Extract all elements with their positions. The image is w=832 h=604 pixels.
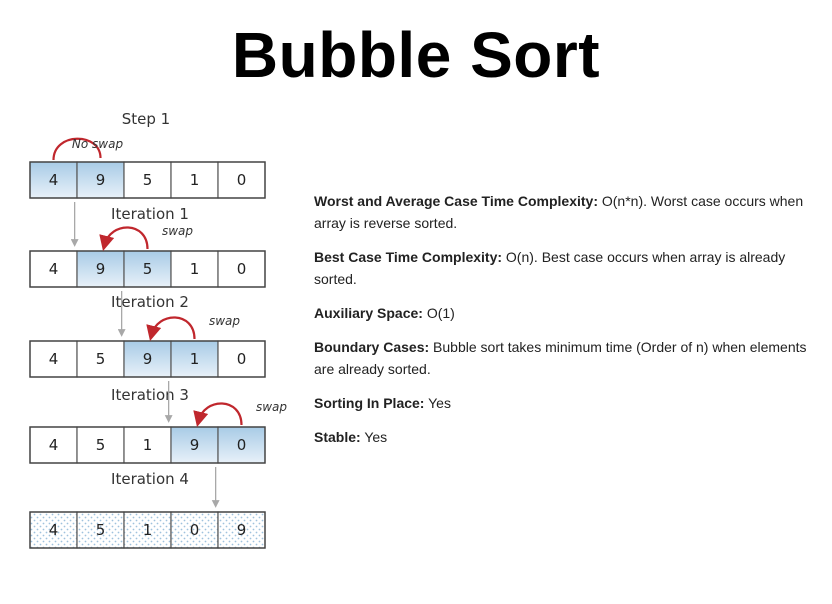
array-cell-value: 9 — [96, 171, 106, 189]
info-item: Worst and Average Case Time Complexity: … — [314, 190, 824, 234]
no-swap-label: No swap — [72, 137, 124, 151]
array-cell-value: 5 — [143, 171, 153, 189]
array-row: 4 5 1 0 9 — [29, 511, 266, 549]
info-label: Boundary Cases: — [314, 339, 430, 355]
array-row: 4 5 9 1 0 — [29, 340, 266, 378]
info-text: O(1) — [422, 305, 455, 321]
array-cell-value: 1 — [190, 260, 200, 278]
array-cell-value: 5 — [143, 260, 153, 278]
info-text: Yes — [424, 395, 451, 411]
complexity-info: Worst and Average Case Time Complexity: … — [314, 190, 824, 460]
array-row: 4 9 5 1 0 — [29, 161, 266, 199]
array-cell-value: 1 — [190, 350, 200, 368]
swap-label: swap — [162, 224, 193, 238]
array-cell-value: 4 — [49, 350, 59, 368]
info-item: Stable: Yes — [314, 426, 824, 448]
array-cell-value: 9 — [96, 260, 106, 278]
info-label: Best Case Time Complexity: — [314, 249, 503, 265]
info-label: Sorting In Place: — [314, 395, 425, 411]
array-row: 4 5 1 9 0 — [29, 426, 266, 464]
array-cell-value: 9 — [190, 436, 200, 454]
array-cell-value: 0 — [237, 171, 247, 189]
swap-label: swap — [209, 314, 240, 328]
array-row: 4 9 5 1 0 — [29, 250, 266, 288]
info-label: Auxiliary Space: — [314, 305, 423, 321]
array-cell-value: 9 — [143, 350, 153, 368]
swap-arrow — [193, 402, 243, 427]
array-cell-value: 0 — [237, 260, 247, 278]
array-cell-value: 0 — [237, 350, 247, 368]
info-text: Yes — [360, 429, 388, 445]
info-item: Auxiliary Space: O(1) — [314, 302, 824, 324]
iteration-label: Iteration 4 — [111, 470, 189, 488]
info-label: Stable: — [314, 429, 361, 445]
swap-label: swap — [256, 400, 287, 414]
array-cell-value: 4 — [49, 260, 59, 278]
iteration-label: Iteration 2 — [111, 293, 189, 311]
array-cell-value: 1 — [190, 171, 200, 189]
swap-arrow — [99, 226, 149, 251]
array-cell-value: 1 — [143, 521, 153, 539]
array-cell-value: 9 — [237, 521, 247, 539]
step-label: Step 1 — [122, 110, 170, 128]
info-item: Best Case Time Complexity: O(n). Best ca… — [314, 246, 824, 290]
swap-arrow — [146, 316, 196, 341]
array-cell-value: 4 — [49, 171, 59, 189]
info-label: Worst and Average Case Time Complexity: — [314, 193, 598, 209]
array-cell-value: 4 — [49, 436, 59, 454]
array-cell-value: 0 — [237, 436, 247, 454]
array-cell-value: 0 — [190, 521, 200, 539]
info-item: Sorting In Place: Yes — [314, 392, 824, 414]
array-cell-value: 5 — [96, 436, 106, 454]
array-cell-value: 1 — [143, 436, 153, 454]
iteration-label: Iteration 3 — [111, 386, 189, 404]
array-cell-value: 5 — [96, 350, 106, 368]
array-cell-value: 5 — [96, 521, 106, 539]
array-cell-value: 4 — [49, 521, 59, 539]
iteration-label: Iteration 1 — [111, 205, 189, 223]
info-item: Boundary Cases: Bubble sort takes minimu… — [314, 336, 824, 380]
